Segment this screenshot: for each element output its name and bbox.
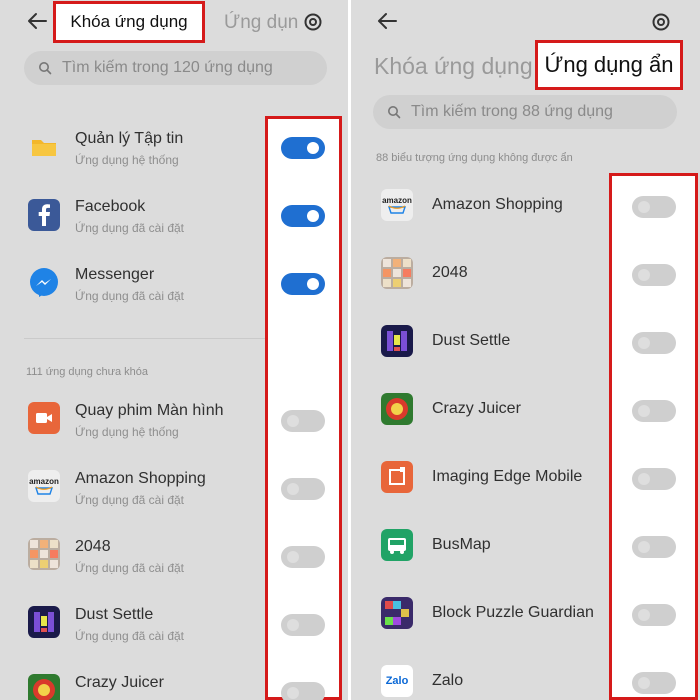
app-name: Dust Settle	[432, 332, 511, 349]
app-name: Facebook	[75, 198, 146, 215]
tab-hidden-apps-label: Ứng dụng ẩn	[544, 52, 674, 77]
lock-toggle[interactable]	[281, 546, 325, 568]
toggle-knob	[638, 473, 650, 485]
tab-hidden-apps[interactable]: Ứng dụn	[224, 12, 298, 34]
toggle-knob	[287, 415, 299, 427]
lock-toggle[interactable]	[281, 478, 325, 500]
section-label: 88 biểu tượng ứng dụng không được ẩn	[376, 152, 573, 164]
lock-toggle[interactable]	[281, 410, 325, 432]
dust-settle-icon	[381, 325, 413, 357]
app-name: Imaging Edge Mobile	[432, 468, 583, 485]
right-screen: Khóa ứng dụng Ứng dụng ẩn Tìm kiếm trong…	[351, 0, 700, 700]
app-name: Amazon Shopping	[432, 196, 563, 213]
app-name: Quay phim Màn hình	[75, 402, 224, 419]
toggle-knob	[638, 609, 650, 621]
gear-icon[interactable]	[302, 11, 324, 33]
busmap-icon	[381, 529, 413, 561]
zalo-logo-text: Zalo	[385, 675, 409, 687]
crazy-juicer-icon	[381, 393, 413, 425]
search-placeholder: Tìm kiếm trong 88 ứng dụng	[411, 103, 613, 120]
game-2048-icon	[28, 538, 60, 570]
hide-toggle[interactable]	[632, 400, 676, 422]
lock-toggle[interactable]	[281, 205, 325, 227]
toggle-knob	[638, 337, 650, 349]
tab-app-lock[interactable]: Khóa ứng dụng	[53, 1, 205, 43]
app-name: 2048	[75, 538, 111, 555]
amazon-logo-text: amazon	[29, 476, 59, 486]
app-name: Amazon Shopping	[75, 470, 206, 487]
toggle-knob	[638, 541, 650, 553]
app-name: Block Puzzle Guardian	[432, 604, 594, 621]
amazon-icon: amazon	[381, 189, 413, 221]
toggle-highlight-box	[265, 116, 342, 700]
toggle-highlight-box	[609, 173, 698, 700]
app-subtitle: Ứng dụng đã cài đặt	[75, 629, 184, 643]
lock-toggle[interactable]	[281, 614, 325, 636]
hide-toggle[interactable]	[632, 332, 676, 354]
app-subtitle: Ứng dụng đã cài đặt	[75, 493, 184, 507]
app-name: 2048	[432, 264, 468, 281]
search-input[interactable]: Tìm kiếm trong 88 ứng dụng	[373, 95, 677, 129]
app-subtitle: Ứng dụng hệ thống	[75, 153, 179, 167]
search-placeholder: Tìm kiếm trong 120 ứng dụng	[62, 59, 273, 76]
tab-app-lock[interactable]: Khóa ứng dụng	[374, 53, 533, 80]
app-name: Quản lý Tập tin	[75, 130, 184, 147]
game-2048-icon	[381, 257, 413, 289]
toggle-knob	[307, 210, 319, 222]
section-label: 111 ứng dụng chưa khóa	[26, 366, 148, 378]
toggle-knob	[287, 551, 299, 563]
zalo-icon: Zalo	[381, 665, 413, 697]
toggle-knob	[638, 201, 650, 213]
tab-app-lock-label: Khóa ứng dụng	[70, 12, 188, 31]
back-arrow-icon[interactable]	[26, 10, 48, 32]
hide-toggle[interactable]	[632, 196, 676, 218]
tab-hidden-apps[interactable]: Ứng dụng ẩn	[535, 40, 683, 90]
screen-record-icon	[28, 402, 60, 434]
left-screen: Khóa ứng dụng Ứng dụn Tìm kiếm trong 120…	[0, 0, 348, 700]
app-subtitle: Ứng dụng hệ thống	[75, 425, 179, 439]
hide-toggle[interactable]	[632, 604, 676, 626]
toggle-knob	[307, 142, 319, 154]
app-subtitle: Ứng dụng đã cài đặt	[75, 561, 184, 575]
app-name: Crazy Juicer	[432, 400, 521, 417]
toggle-knob	[287, 687, 299, 699]
search-icon	[38, 61, 52, 75]
app-name: Crazy Juicer	[75, 674, 164, 691]
messenger-icon	[28, 267, 60, 299]
search-input[interactable]: Tìm kiếm trong 120 ứng dụng	[24, 51, 327, 85]
folder-icon	[28, 131, 60, 163]
tab-hidden-apps-label: Ứng dụn	[224, 12, 299, 33]
imaging-edge-icon	[381, 461, 413, 493]
toggle-knob	[638, 677, 650, 689]
hide-toggle[interactable]	[632, 672, 676, 694]
toggle-knob	[287, 483, 299, 495]
hide-toggle[interactable]	[632, 536, 676, 558]
app-name: Dust Settle	[75, 606, 154, 623]
tab-app-lock-label: Khóa ứng dụng	[374, 53, 533, 79]
app-name: BusMap	[432, 536, 491, 553]
block-puzzle-icon	[381, 597, 413, 629]
toggle-knob	[638, 269, 650, 281]
hide-toggle[interactable]	[632, 468, 676, 490]
lock-toggle[interactable]	[281, 273, 325, 295]
crazy-juicer-icon	[28, 674, 60, 700]
lock-toggle[interactable]	[281, 137, 325, 159]
amazon-logo-text: amazon	[382, 195, 412, 205]
dust-settle-icon	[28, 606, 60, 638]
facebook-icon	[28, 199, 60, 231]
lock-toggle[interactable]	[281, 682, 325, 700]
toggle-knob	[638, 405, 650, 417]
search-icon	[387, 105, 401, 119]
back-arrow-icon[interactable]	[376, 10, 398, 32]
app-subtitle: Ứng dụng đã cài đặt	[75, 221, 184, 235]
app-name: Messenger	[75, 266, 155, 283]
app-subtitle: Ứng dụng đã cài đặt	[75, 289, 184, 303]
gear-icon[interactable]	[650, 11, 672, 33]
toggle-knob	[307, 278, 319, 290]
amazon-icon: amazon	[28, 470, 60, 502]
hide-toggle[interactable]	[632, 264, 676, 286]
toggle-knob	[287, 619, 299, 631]
app-name: Zalo	[432, 672, 464, 689]
